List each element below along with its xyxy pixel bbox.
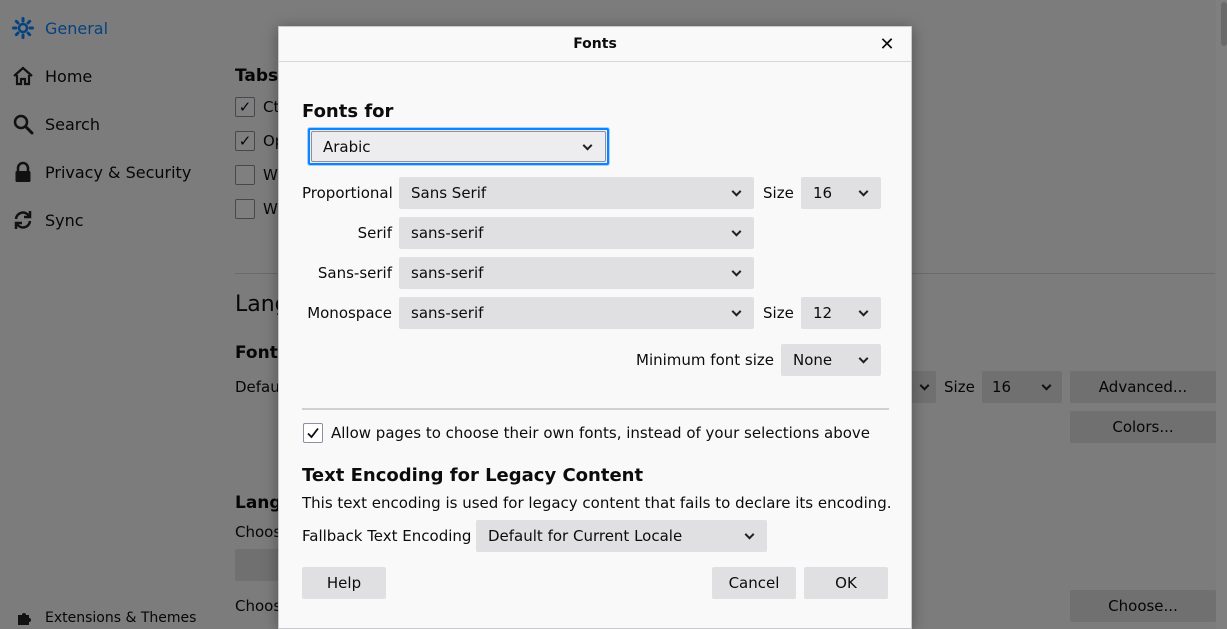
fonts-for-select[interactable]: Arabic: [308, 128, 609, 165]
serif-select[interactable]: sans-serif: [399, 217, 754, 249]
sans-serif-label: Sans-serif: [317, 264, 392, 282]
monospace-size-label: Size: [763, 304, 794, 322]
proportional-select[interactable]: Sans Serif: [399, 177, 754, 209]
help-button[interactable]: Help: [302, 567, 386, 599]
monospace-select[interactable]: sans-serif: [399, 297, 754, 329]
fallback-encoding-select[interactable]: Default for Current Locale: [476, 520, 767, 552]
scrollbar-thumb[interactable]: [1221, 2, 1227, 46]
separator: [302, 408, 889, 410]
cancel-button[interactable]: Cancel: [712, 567, 796, 599]
encoding-heading: Text Encoding for Legacy Content: [302, 465, 644, 486]
encoding-description: This text encoding is used for legacy co…: [302, 494, 892, 512]
monospace-size-select[interactable]: 12: [801, 297, 881, 329]
min-font-size-select[interactable]: None: [781, 344, 881, 376]
close-icon[interactable]: ✕: [877, 34, 897, 55]
ok-button[interactable]: OK: [804, 567, 888, 599]
scrollbar[interactable]: [1216, 0, 1227, 629]
serif-label: Serif: [357, 224, 392, 242]
dialog-header: Fonts ✕: [279, 27, 911, 62]
fallback-encoding-label: Fallback Text Encoding: [302, 527, 472, 545]
fonts-dialog: Fonts ✕ Fonts for Arabic Proportional Sa…: [278, 26, 912, 629]
fonts-for-heading: Fonts for: [302, 101, 394, 122]
checkmark-icon: [307, 427, 319, 439]
proportional-size-select[interactable]: 16: [801, 177, 881, 209]
dialog-title: Fonts: [573, 36, 617, 52]
sans-serif-select[interactable]: sans-serif: [399, 257, 754, 289]
allow-pages-label: Allow pages to choose their own fonts, i…: [331, 424, 871, 442]
proportional-size-label: Size: [763, 184, 794, 202]
allow-pages-checkbox[interactable]: [303, 423, 323, 443]
proportional-label: Proportional: [302, 184, 393, 202]
min-font-size-label: Minimum font size: [636, 351, 774, 369]
monospace-label: Monospace: [307, 304, 392, 322]
